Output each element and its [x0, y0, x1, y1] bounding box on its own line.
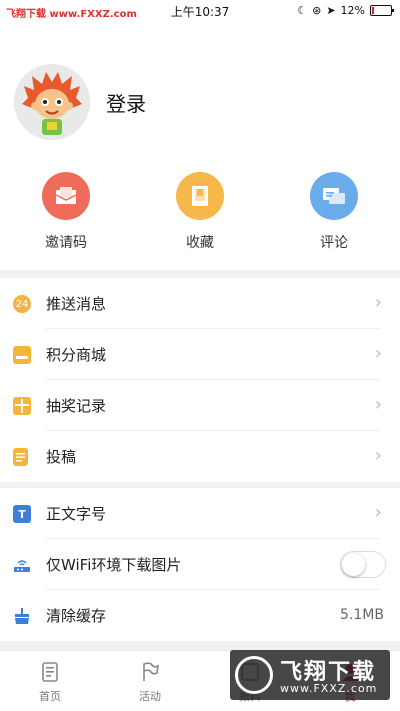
mascot-avatar-icon — [14, 64, 90, 140]
menu-group-settings: T 正文字号 › 仅WiFi环境下载图片 清除缓存 5.1MB — [0, 488, 400, 641]
avatar[interactable] — [14, 64, 90, 140]
envelope-icon — [42, 172, 90, 220]
rotation-lock-icon: ⊛ — [312, 4, 322, 17]
menu-item-clear-cache[interactable]: 清除缓存 5.1MB — [0, 590, 400, 641]
shortcut-label: 邀请码 — [45, 235, 87, 251]
tab-home[interactable]: 首页 — [20, 659, 80, 704]
chevron-right-icon: › — [374, 343, 382, 364]
watermark-url: www.FXXZ.com — [280, 682, 378, 695]
font-size-icon: T — [13, 505, 31, 523]
tab-label: 首页 — [39, 690, 61, 703]
watermark-logo-icon — [235, 656, 273, 694]
status-bar: 飞翔下载 www.FXXZ.com 上午10:37 ☾ ⊛ ➤ 12% — [0, 0, 400, 22]
menu-item-label: 抽奖记录 — [46, 397, 107, 415]
shortcut-favorites[interactable]: 收藏 — [160, 172, 240, 252]
cache-size-value: 5.1MB — [340, 607, 384, 623]
menu-item-font-size[interactable]: T 正文字号 › — [0, 488, 400, 539]
comment-icon — [310, 172, 358, 220]
menu-item-label: 仅WiFi环境下载图片 — [46, 556, 182, 574]
battery-icon — [370, 5, 394, 16]
wifi-router-icon — [13, 556, 31, 574]
chevron-right-icon: › — [374, 502, 382, 523]
site-watermark: 飞翔下载 www.FXXZ.com — [230, 650, 390, 700]
menu-item-label: 投稿 — [46, 448, 77, 466]
home-icon — [20, 659, 80, 685]
chevron-right-icon: › — [374, 292, 382, 313]
menu-item-label: 积分商城 — [46, 346, 107, 364]
menu-item-wifi-only-images: 仅WiFi环境下载图片 — [0, 539, 400, 590]
push-icon: 24 — [13, 295, 31, 313]
login-link[interactable]: 登录 — [106, 88, 146, 117]
menu-item-lottery-records[interactable]: 抽奖记录 › — [0, 380, 400, 431]
menu-group-account: 24 推送消息 › 积分商城 › 抽奖记录 › 投稿 › — [0, 278, 400, 482]
battery-fill — [372, 7, 374, 14]
menu-item-push-messages[interactable]: 24 推送消息 › — [0, 278, 400, 329]
wifi-only-toggle[interactable] — [340, 551, 386, 578]
tab-activities[interactable]: 活动 — [120, 659, 180, 704]
shortcut-label: 评论 — [320, 235, 348, 251]
battery-percent: 12% — [340, 4, 365, 17]
location-icon: ➤ — [326, 4, 336, 17]
chevron-right-icon: › — [374, 445, 382, 466]
shortcut-invite-code[interactable]: 邀请码 — [26, 172, 106, 252]
shortcut-comments[interactable]: 评论 — [294, 172, 374, 252]
profile-section: 登录 邀请码 收藏 评论 — [0, 22, 400, 270]
menu-item-points-mall[interactable]: 积分商城 › — [0, 329, 400, 380]
menu-item-label: 正文字号 — [46, 505, 107, 523]
shortcut-label: 收藏 — [186, 235, 214, 251]
flag-icon — [120, 659, 180, 685]
moon-icon: ☾ — [297, 4, 308, 17]
menu-item-label: 推送消息 — [46, 295, 107, 313]
bookmark-icon — [176, 172, 224, 220]
tab-label: 活动 — [139, 690, 161, 703]
menu-item-label: 清除缓存 — [46, 607, 107, 625]
clear-cache-icon — [13, 607, 31, 625]
chevron-right-icon: › — [374, 394, 382, 415]
points-mall-icon — [13, 346, 31, 364]
contribute-icon — [13, 448, 28, 466]
menu-item-contribute[interactable]: 投稿 › — [0, 431, 400, 482]
gift-icon — [13, 397, 31, 415]
status-icons: ☾ ⊛ ➤ 12% — [297, 4, 394, 17]
